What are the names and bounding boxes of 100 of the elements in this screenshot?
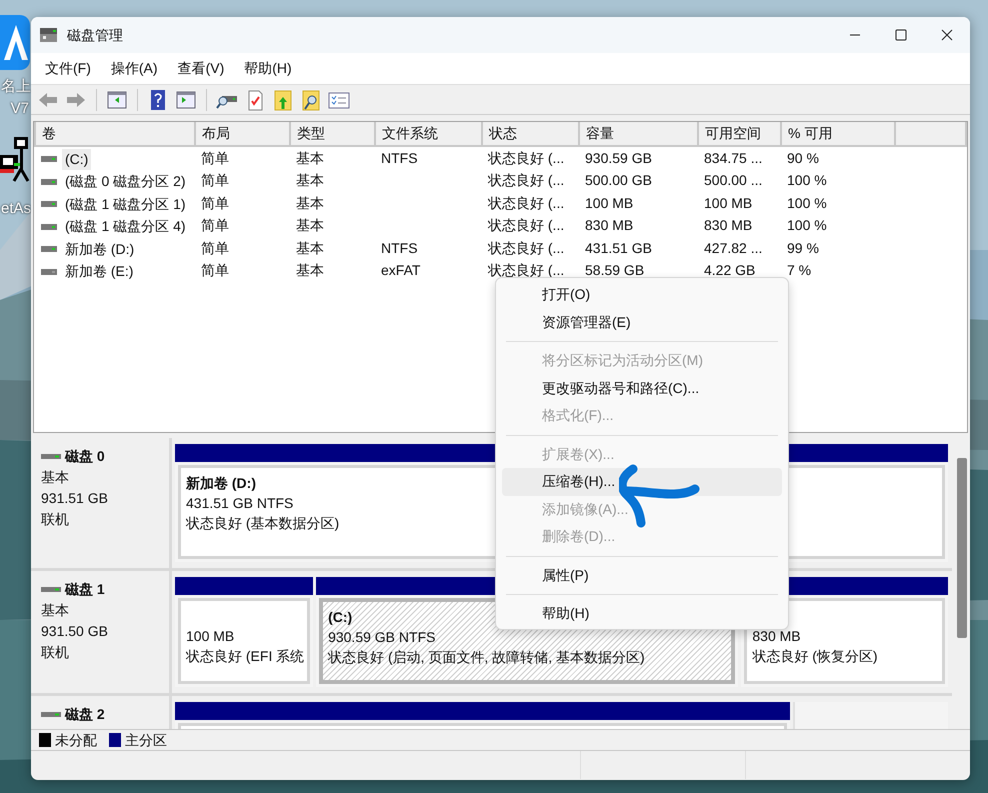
column-header[interactable]: 卷 bbox=[35, 122, 195, 146]
app-icon[interactable] bbox=[0, 15, 30, 70]
console-tree-icon[interactable] bbox=[105, 88, 129, 110]
disk-name: 磁盘 0 bbox=[65, 447, 105, 466]
table-cell: 简单 bbox=[201, 262, 229, 278]
partition-detail: 状态良好 (启动, 页面文件, 故障转储, 基本数据分区) bbox=[328, 649, 645, 665]
table-cell: 基本 bbox=[296, 240, 324, 256]
table-cell: 830 MB bbox=[704, 217, 752, 234]
drive-icon bbox=[41, 178, 57, 184]
disk-detail: 931.50 GB bbox=[41, 622, 109, 641]
menu-item[interactable]: 文件(F) bbox=[35, 54, 101, 83]
drive-icon bbox=[41, 224, 57, 230]
table-cell: 基本 bbox=[296, 194, 324, 211]
table-cell: 基本 bbox=[296, 262, 324, 278]
disk-detail: 基本 bbox=[41, 601, 70, 620]
volume-name[interactable]: (磁盘 1 磁盘分区 4) bbox=[62, 216, 189, 237]
table-cell: NTFS bbox=[381, 150, 418, 166]
disk-management-icon bbox=[39, 27, 59, 43]
table-cell: 830 MB bbox=[585, 217, 634, 234]
table-cell: 930.59 GB bbox=[585, 150, 652, 166]
action-pane-icon[interactable] bbox=[174, 88, 198, 110]
partition-area[interactable]: 830 MB 状态良好 (恢复分区) bbox=[744, 598, 945, 684]
drive-icon bbox=[41, 454, 61, 460]
table-cell: 834.75 ... bbox=[704, 150, 762, 166]
drive-icon bbox=[41, 156, 57, 162]
partition-block[interactable]: 100 MB 状态良好 (EFI 系统 bbox=[175, 577, 314, 687]
icon-label: V7 bbox=[10, 99, 29, 119]
table-cell: 99 % bbox=[787, 240, 819, 256]
drive-icon bbox=[41, 246, 57, 252]
menu-item[interactable]: 更改驱动器号和路径(C)... bbox=[502, 374, 782, 402]
volume-name[interactable]: 新加卷 (E:) bbox=[62, 261, 136, 282]
table-cell: 状态良好 (... bbox=[488, 194, 564, 211]
drive-icon bbox=[41, 268, 57, 274]
table-cell: 100 MB bbox=[585, 194, 634, 211]
partition-title: (C:) bbox=[328, 609, 352, 625]
legend-label: 未分配 bbox=[55, 730, 97, 750]
table-cell: 状态良好 (... bbox=[488, 262, 564, 278]
partition-detail: 100 MB bbox=[186, 628, 234, 644]
table-cell: 基本 bbox=[296, 172, 324, 188]
column-header[interactable]: % 可用 bbox=[781, 122, 895, 146]
volume-name[interactable]: (磁盘 1 磁盘分区 1) bbox=[62, 194, 189, 214]
table-cell: 100 % bbox=[787, 217, 827, 234]
column-header[interactable]: 文件系统 bbox=[375, 122, 482, 146]
disk-name: 磁盘 2 bbox=[65, 705, 105, 724]
table-cell: 简单 bbox=[201, 217, 229, 234]
partition-detail: 830 MB bbox=[752, 628, 801, 644]
table-cell: 简单 bbox=[201, 150, 229, 166]
table-cell: 500.00 GB bbox=[585, 172, 652, 188]
volume-name[interactable]: (C:) bbox=[62, 148, 92, 170]
drive-icon bbox=[41, 586, 61, 592]
table-cell: exFAT bbox=[381, 262, 420, 278]
table-cell: 90 % bbox=[787, 150, 819, 166]
table-cell: 500.00 ... bbox=[704, 172, 762, 188]
drive-icon bbox=[41, 712, 61, 718]
table-cell: 简单 bbox=[201, 194, 229, 211]
partition-title: 新加卷 (D:) bbox=[186, 475, 256, 491]
column-header[interactable]: 布局 bbox=[195, 122, 290, 146]
table-cell: 7 % bbox=[787, 262, 812, 278]
icon-label: 名上 bbox=[1, 77, 31, 97]
column-header[interactable]: 类型 bbox=[290, 122, 375, 146]
menu-item[interactable]: 打开(O) bbox=[502, 281, 782, 308]
partition-detail: 状态良好 (恢复分区) bbox=[752, 648, 878, 664]
partition-detail: 930.59 GB NTFS bbox=[328, 629, 436, 645]
menu-item[interactable]: 帮助(H) bbox=[234, 54, 302, 83]
disk-info-panel[interactable]: 磁盘 1 基本 931.50 GB 联机 bbox=[31, 571, 172, 693]
column-header[interactable]: 状态 bbox=[482, 122, 579, 146]
disk-info-panel[interactable]: 磁盘 0 基本 931.51 GB 联机 bbox=[31, 438, 172, 568]
table-cell: 427.82 ... bbox=[704, 240, 762, 256]
table-cell: 基本 bbox=[296, 150, 324, 166]
partition-detail: 状态良好 (EFI 系统 bbox=[186, 648, 304, 664]
table-cell: 58.59 GB bbox=[585, 262, 644, 278]
volume-name[interactable]: (磁盘 0 磁盘分区 2) bbox=[62, 171, 189, 192]
column-header[interactable]: 容量 bbox=[579, 122, 698, 146]
table-cell: 状态良好 (... bbox=[488, 240, 564, 256]
icon-label: etAs bbox=[0, 199, 31, 219]
table-cell: 100 % bbox=[787, 172, 827, 188]
table-cell: NTFS bbox=[381, 240, 418, 256]
table-cell: 状态良好 (... bbox=[488, 150, 564, 166]
table-cell: 简单 bbox=[201, 172, 229, 188]
disk-name: 磁盘 1 bbox=[65, 580, 105, 599]
volume-name[interactable]: 新加卷 (D:) bbox=[62, 238, 138, 260]
table-cell: 基本 bbox=[296, 217, 324, 234]
disk-detail: 联机 bbox=[41, 510, 70, 529]
partition-area[interactable]: 100 MB 状态良好 (EFI 系统 bbox=[178, 598, 310, 684]
table-cell: 状态良好 (... bbox=[488, 172, 564, 188]
menu-item[interactable]: 资源管理器(E) bbox=[502, 308, 782, 336]
column-header[interactable]: 可用空间 bbox=[698, 122, 781, 146]
maximize-icon bbox=[895, 29, 907, 41]
table-cell: 简单 bbox=[201, 240, 229, 256]
partition-detail: 431.51 GB NTFS bbox=[186, 495, 294, 511]
menu-item[interactable]: 查看(V) bbox=[168, 54, 234, 83]
disk-detail: 931.51 GB bbox=[41, 489, 109, 508]
menu-item[interactable]: 操作(A) bbox=[100, 54, 168, 83]
table-cell: 100 % bbox=[787, 194, 827, 211]
table-cell: 4.22 GB bbox=[704, 262, 756, 278]
table-cell: 431.51 GB bbox=[585, 240, 652, 256]
window-title: 磁盘管理 bbox=[67, 26, 123, 44]
close-icon bbox=[941, 29, 953, 41]
table-cell: 状态良好 (... bbox=[488, 217, 564, 234]
scrollbar-thumb[interactable] bbox=[957, 458, 967, 638]
